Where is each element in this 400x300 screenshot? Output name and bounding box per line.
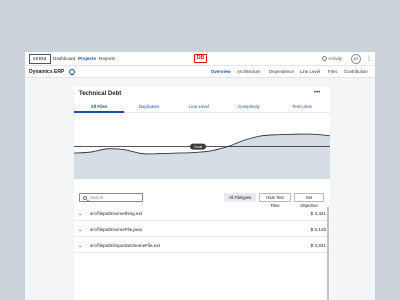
search-placeholder: Search (90, 195, 104, 200)
nav-reports[interactable]: Reports (99, 55, 115, 63)
scrollbar[interactable] (327, 207, 329, 300)
file-path: src/filepath/someFile.java (90, 227, 142, 232)
debt-area (74, 134, 330, 179)
tab-complexity[interactable]: Complexity (224, 104, 274, 110)
debt-value: $ 3,421 (310, 211, 326, 216)
tab-contribution[interactable]: Contribution (344, 68, 368, 76)
table-row[interactable]: ⌄ src/filepath/something.ext $ 3,421 (74, 207, 330, 221)
activity-label: Activity (328, 56, 343, 61)
tab-all-files[interactable]: All Files (74, 104, 124, 110)
chevron-down-icon[interactable]: ⌄ (69, 69, 75, 75)
card-title: Technical Debt (79, 91, 122, 97)
active-tab-indicator (74, 111, 124, 113)
file-path: src/filepath/important/someFile.ext (90, 243, 160, 248)
nav-dashboard[interactable]: Dashboard (53, 55, 75, 63)
tab-dependence[interactable]: Dependence (269, 68, 294, 76)
all-filetypes-button[interactable]: All Filetypes (224, 193, 256, 202)
set-objective-button[interactable]: Set Objective (294, 193, 324, 208)
debt-value: $ 2,831 (310, 243, 326, 248)
avatar[interactable]: AT (351, 54, 361, 64)
tab-files[interactable]: Files (328, 68, 337, 76)
project-name: Dynamics ERP (29, 69, 65, 75)
hide-test-files-button[interactable]: Hide Test Files (259, 193, 291, 208)
goal-label: Goal (194, 144, 203, 149)
activity-icon (322, 56, 327, 61)
project-bar: Dynamics ERP ⌄ Overview Architecture Dep… (25, 66, 375, 92)
file-path: src/filepath/something.ext (90, 211, 143, 216)
technical-debt-chart: Goal (74, 133, 330, 179)
brand-mark: DB (194, 54, 207, 63)
activity-button[interactable]: Activity (322, 55, 342, 63)
tab-line-level[interactable]: Line Level (174, 104, 224, 110)
nav-projects[interactable]: Projects (78, 55, 96, 63)
more-menu-icon[interactable]: ⋮ (366, 54, 372, 64)
tab-overview[interactable]: Overview (211, 68, 231, 76)
card-more-icon[interactable]: ••• (314, 89, 320, 97)
app-window: sema Dashboard Projects Reports DB Activ… (25, 52, 375, 300)
chevron-down-icon[interactable]: ⌄ (78, 211, 82, 217)
debt-value: $ 0,148 (310, 227, 326, 232)
chevron-down-icon[interactable]: ⌄ (78, 227, 82, 233)
app-logo[interactable]: sema (29, 54, 51, 64)
top-navbar: sema Dashboard Projects Reports DB Activ… (25, 52, 375, 66)
tab-duplicates[interactable]: Duplicates (124, 104, 174, 110)
search-input[interactable]: Search (79, 193, 143, 202)
tab-line-level[interactable]: Line Level (300, 68, 320, 76)
chevron-down-icon[interactable]: ⌄ (78, 243, 82, 249)
table-row[interactable]: ⌄ src/filepath/someFile.java $ 0,148 (74, 223, 330, 237)
tab-test-lines[interactable]: Test Lines (274, 104, 330, 110)
search-icon (83, 195, 87, 200)
tab-architecture[interactable]: Architecture (237, 68, 260, 76)
technical-debt-card: Technical Debt ••• All Files Duplicates … (74, 87, 330, 300)
table-row[interactable]: ⌄ src/filepath/important/someFile.ext $ … (74, 239, 330, 253)
